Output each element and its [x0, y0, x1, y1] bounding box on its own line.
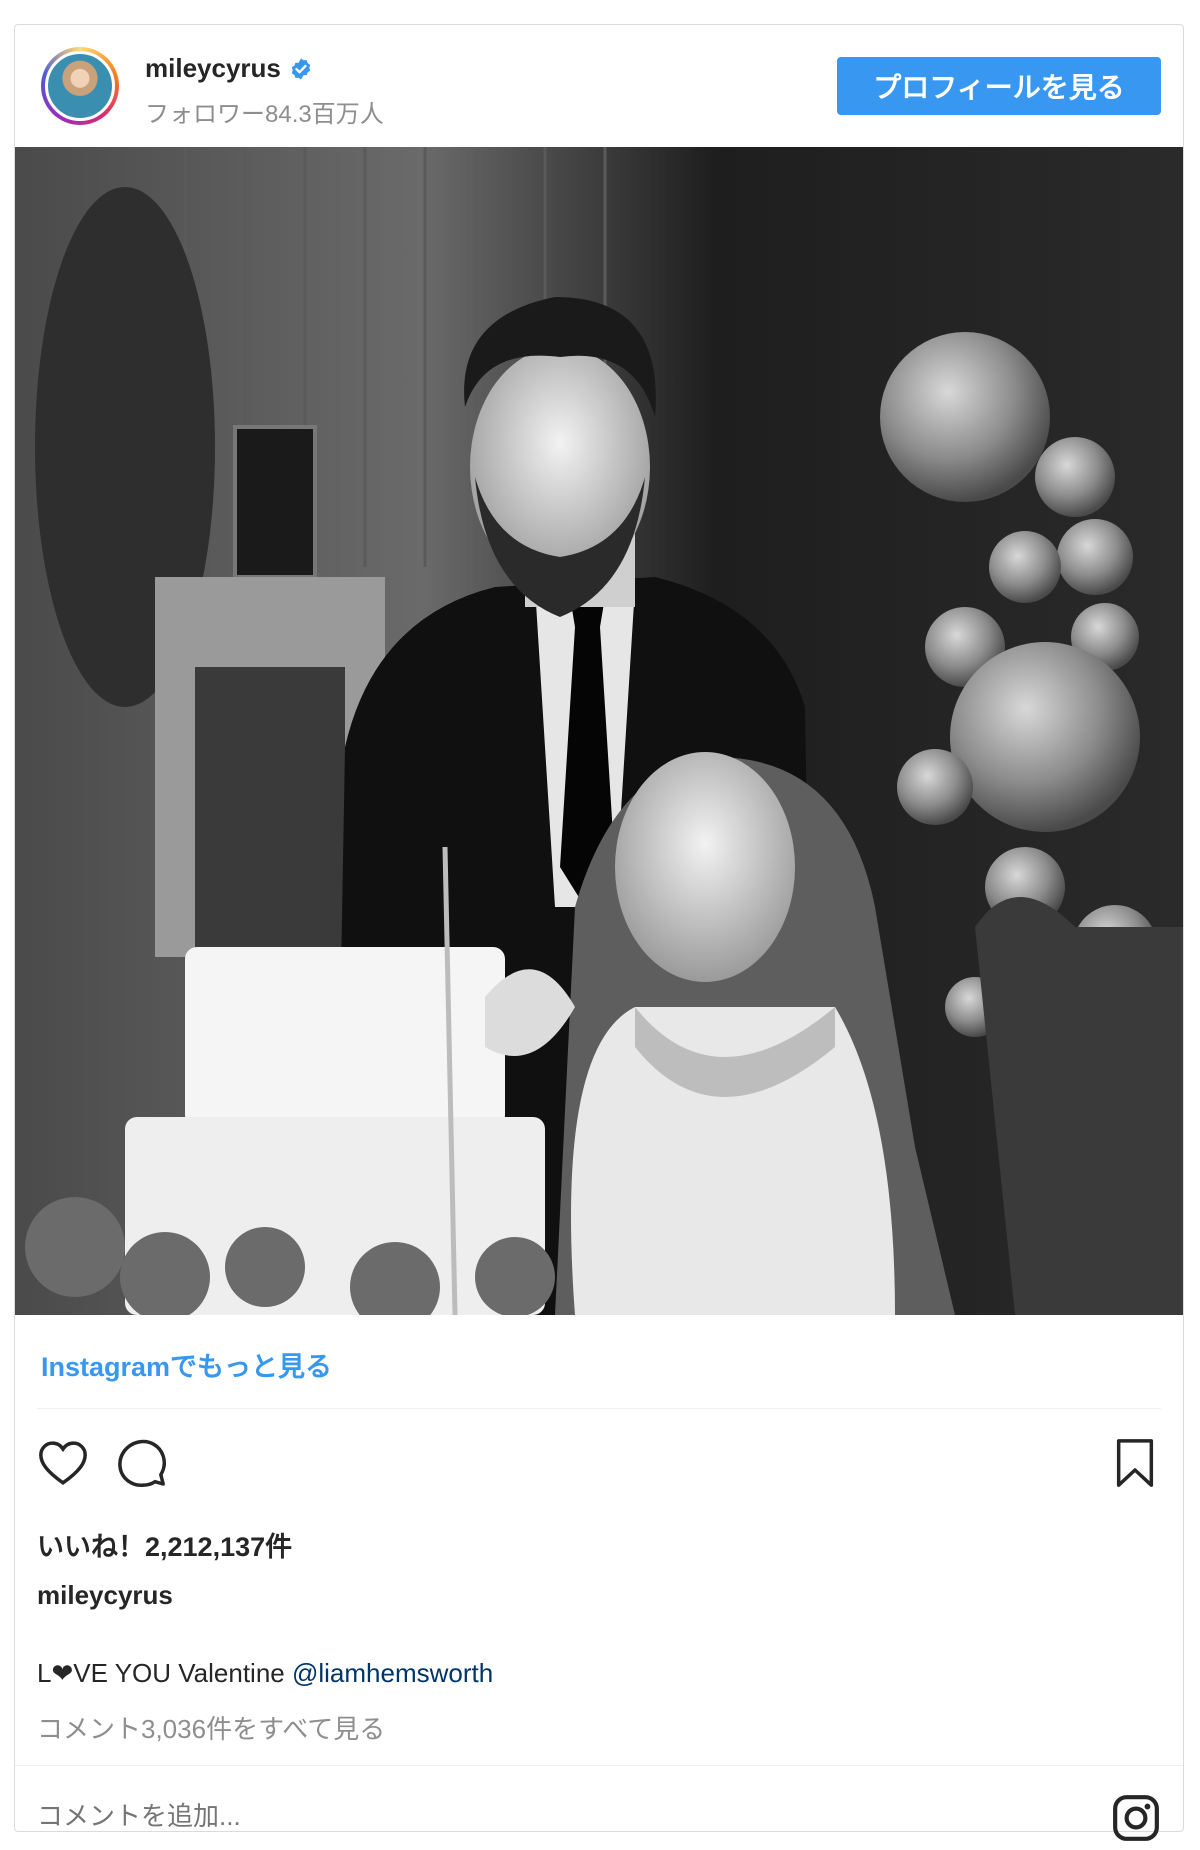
view-profile-button[interactable]: プロフィールを見る: [837, 57, 1161, 115]
caption-username[interactable]: mileycyrus: [37, 1580, 173, 1611]
follower-count: フォロワー84.3百万人: [145, 101, 384, 128]
caption-body: VE YOU Valentine: [73, 1658, 292, 1688]
username-link[interactable]: mileycyrus: [145, 53, 281, 84]
instagram-icon[interactable]: [1111, 1793, 1161, 1843]
comment-icon[interactable]: [113, 1435, 169, 1491]
action-bar: [15, 1435, 1183, 1495]
heart-emoji: ❤: [51, 1658, 74, 1688]
post-photo[interactable]: [15, 147, 1183, 1315]
post-header: mileycyrus フォロワー84.3百万人 プロフィールを見る: [15, 25, 1183, 145]
avatar[interactable]: [41, 47, 119, 125]
instagram-embed-card: mileycyrus フォロワー84.3百万人 プロフィールを見る Instag…: [14, 24, 1184, 1841]
like-count: いいね！2,212,137件: [37, 1532, 293, 1562]
add-comment-input[interactable]: [37, 1801, 737, 1832]
view-all-comments-link[interactable]: コメント3,036件をすべて見る: [37, 1709, 385, 1746]
divider: [37, 1408, 1161, 1409]
view-more-on-instagram-link[interactable]: Instagramでもっと見る: [41, 1345, 332, 1384]
bookmark-icon[interactable]: [1107, 1435, 1163, 1491]
mention-link[interactable]: @liamhemsworth: [292, 1658, 493, 1688]
heart-icon[interactable]: [35, 1435, 91, 1491]
user-block: mileycyrus フォロワー84.3百万人: [145, 53, 384, 129]
divider: [15, 1765, 1183, 1766]
photo-illustration: [15, 147, 1183, 1315]
caption-prefix: L: [37, 1658, 52, 1688]
verified-badge-icon: [291, 58, 311, 79]
avatar-image: [45, 51, 115, 121]
username-row: mileycyrus: [145, 53, 384, 84]
caption-text: L❤VE YOU Valentine @liamhemsworth: [37, 1658, 493, 1689]
